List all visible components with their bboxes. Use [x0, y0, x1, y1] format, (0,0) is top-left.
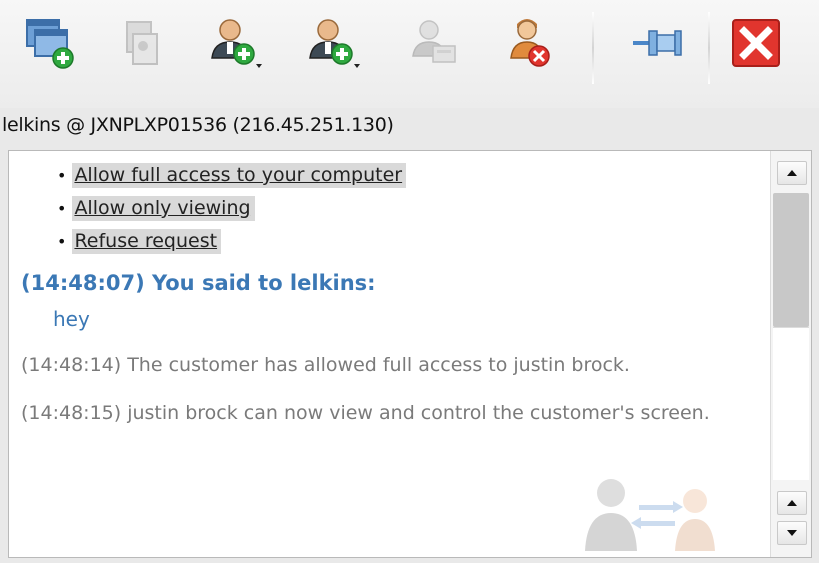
session-info-icon	[126, 21, 158, 65]
chat-message: hey	[53, 307, 90, 331]
pin-icon	[633, 30, 682, 56]
remove-user-icon	[510, 19, 550, 67]
close-icon	[732, 19, 780, 67]
scroll-down-button[interactable]	[777, 521, 807, 545]
transfer-user-button[interactable]	[304, 12, 364, 74]
allow-full-access-link[interactable]: Allow full access to your computer	[72, 163, 407, 188]
session-info-button[interactable]	[110, 12, 170, 74]
bullet: •	[57, 199, 67, 218]
toolbar-separator	[592, 12, 594, 84]
scroll-up-button[interactable]	[777, 161, 807, 185]
scroll-up-button-bottom[interactable]	[777, 491, 807, 515]
add-user-icon	[211, 19, 262, 68]
scrollbar-thumb[interactable]	[773, 193, 809, 327]
pin-button[interactable]	[628, 12, 688, 74]
option-row: • Allow full access to your computer	[57, 159, 407, 192]
chat-transcript: • Allow full access to your computer • A…	[9, 151, 765, 557]
said-header: (14:48:07) You said to lelkins:	[21, 271, 376, 295]
remove-user-button[interactable]	[500, 12, 560, 74]
arrow-up-icon	[787, 500, 797, 506]
bullet: •	[57, 232, 67, 251]
toolbar	[0, 0, 819, 108]
option-row: • Allow only viewing	[57, 192, 406, 225]
chat-panel: • Allow full access to your computer • A…	[8, 150, 812, 558]
transfer-user-icon	[309, 19, 360, 68]
allow-only-viewing-link[interactable]: Allow only viewing	[72, 196, 255, 221]
toolbar-separator	[708, 12, 710, 84]
arrow-up-icon	[787, 170, 797, 176]
close-button[interactable]	[726, 12, 786, 74]
bullet: •	[57, 166, 67, 185]
new-session-button[interactable]	[20, 12, 80, 74]
support-watermark-icon	[585, 479, 715, 551]
chat-scrollbar[interactable]	[770, 151, 811, 557]
arrow-down-icon	[787, 530, 797, 536]
scrollbar-track[interactable]	[773, 327, 809, 480]
session-label: lelkins @ JXNPLXP01536 (216.45.251.130)	[2, 114, 394, 136]
access-options: • Allow full access to your computer • A…	[57, 159, 407, 258]
refuse-request-link[interactable]: Refuse request	[72, 229, 222, 254]
user-print-icon	[412, 20, 456, 63]
system-message: (14:48:14) The customer has allowed full…	[21, 354, 630, 376]
new-session-icon	[26, 19, 74, 69]
system-message: (14:48:15) justin brock can now view and…	[21, 402, 710, 424]
add-user-button[interactable]	[206, 12, 266, 74]
option-row: • Refuse request	[57, 225, 406, 258]
user-print-button[interactable]	[404, 12, 464, 74]
